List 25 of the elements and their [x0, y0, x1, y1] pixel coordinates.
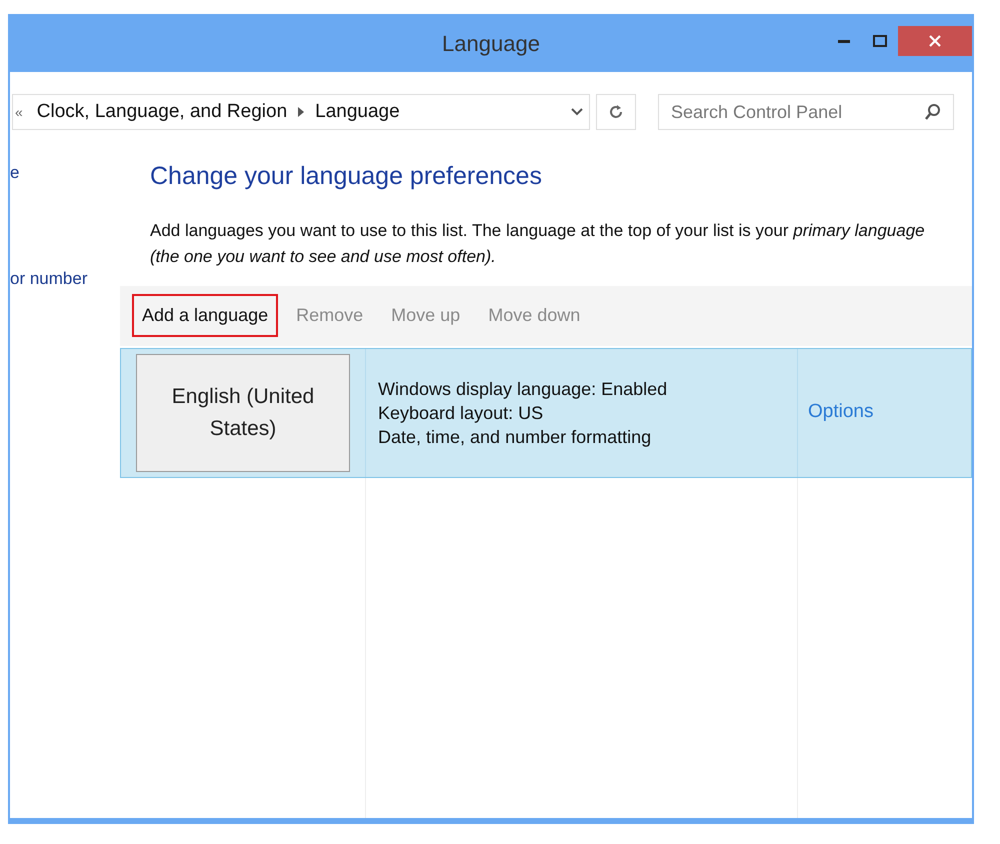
language-detail: Date, time, and number formatting — [378, 426, 652, 448]
close-icon — [929, 35, 941, 47]
search-icon — [924, 103, 942, 121]
language-detail: Windows display language: Enabled — [378, 378, 668, 400]
breadcrumb-item[interactable]: Clock, Language, and Region — [36, 98, 288, 126]
refresh-button[interactable] — [596, 94, 636, 130]
minimize-icon — [838, 40, 850, 42]
breadcrumb-arrow-icon — [297, 107, 306, 117]
overflow-chevron[interactable]: « — [15, 102, 23, 122]
restore-icon — [873, 35, 887, 47]
dropdown-chevron-icon[interactable] — [571, 108, 583, 116]
language-tile[interactable]: English (United States) — [136, 354, 350, 472]
language-detail: Keyboard layout: US — [378, 402, 544, 424]
page-heading: Change your language preferences — [150, 161, 543, 192]
sidebar-link[interactable]: e — [10, 160, 120, 186]
refresh-icon — [607, 103, 625, 121]
description-text: Add languages you want to use to this list. The language at the top of your list is your primary language (the one you want to see and use most often). — [150, 220, 926, 268]
language-row[interactable]: English (United States) Windows display language: Enabled Keyboard layout: US Date, time, and number formatting Options — [120, 348, 972, 478]
toolbar-button[interactable]: Add a language — [132, 294, 278, 337]
window-title: Language — [442, 30, 540, 58]
breadcrumb-item[interactable]: Language — [315, 98, 400, 126]
address-bar[interactable]: « Clock, Language, and Region Language — [12, 94, 590, 130]
sidebar-link[interactable]: or number — [10, 266, 120, 291]
search-field[interactable]: Search Control Panel — [658, 94, 954, 130]
close-button[interactable] — [898, 26, 972, 56]
